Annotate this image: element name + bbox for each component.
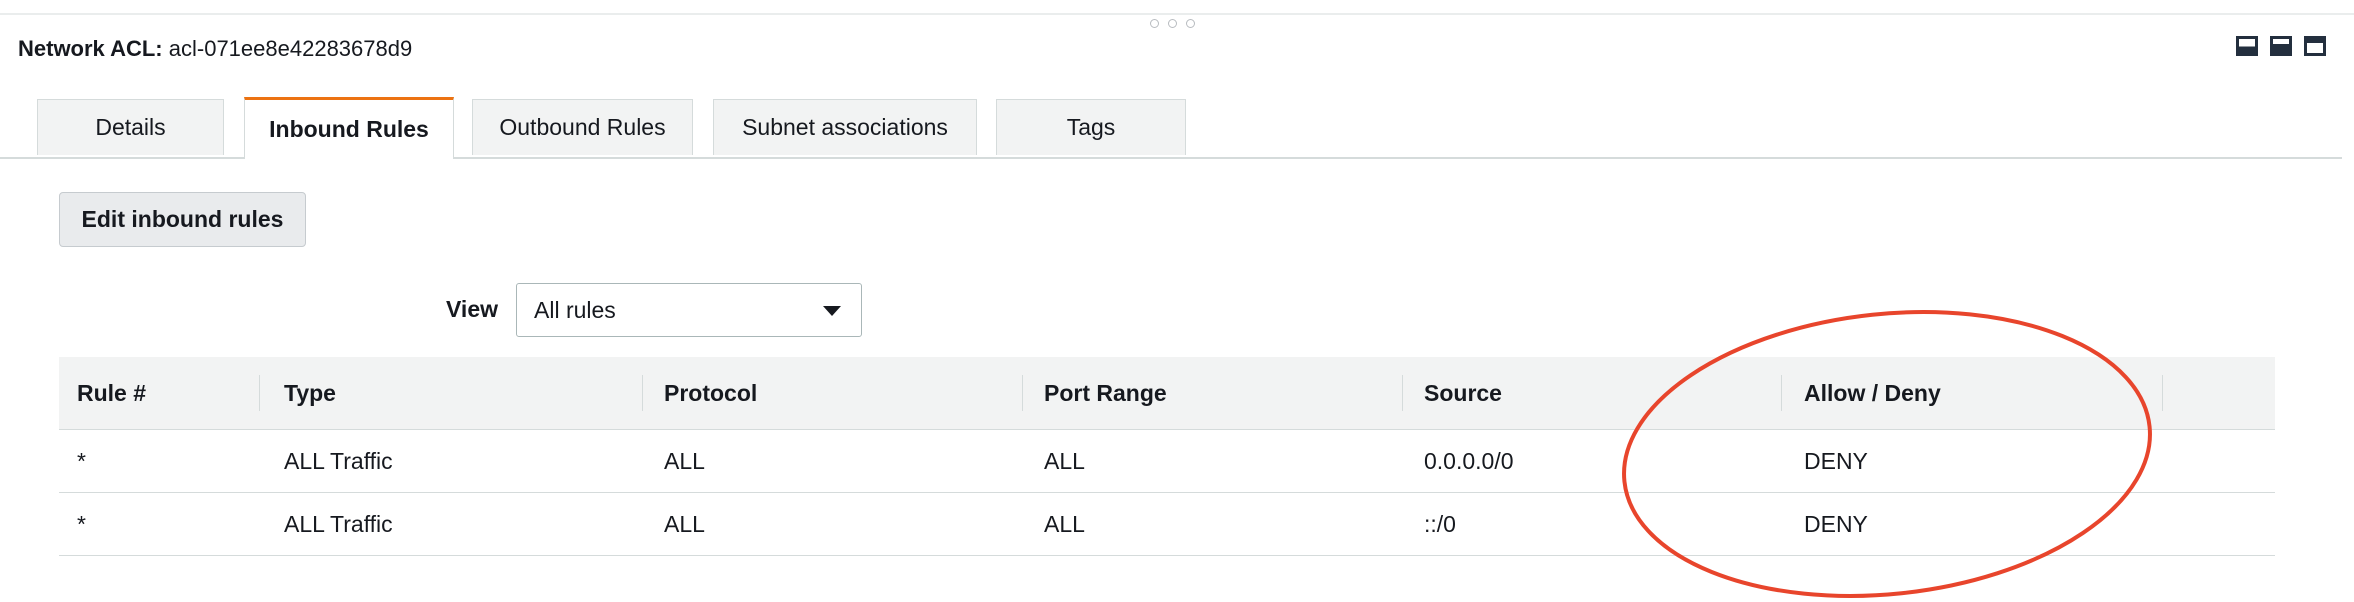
column-divider: [1402, 375, 1403, 411]
table-row: * ALL Traffic ALL ALL ::/0 DENY: [59, 493, 2275, 556]
cell-port-range: ALL: [1044, 510, 1085, 537]
column-header-type[interactable]: Type: [284, 357, 336, 429]
handle-dot: [1186, 19, 1195, 28]
caret-down-icon: [823, 306, 841, 316]
panel-top-divider: [0, 13, 2354, 15]
cell-protocol: ALL: [664, 510, 705, 537]
cell-type: ALL Traffic: [284, 510, 393, 537]
column-header-rule-number[interactable]: Rule #: [77, 357, 146, 429]
column-divider: [1022, 375, 1023, 411]
column-divider: [1781, 375, 1782, 411]
cell-rule-number: *: [77, 510, 86, 537]
table-row: * ALL Traffic ALL ALL 0.0.0.0/0 DENY: [59, 430, 2275, 493]
cell-type: ALL Traffic: [284, 447, 393, 474]
view-label: View: [446, 296, 498, 322]
cell-port-range: ALL: [1044, 447, 1085, 474]
view-filter-select[interactable]: All rules: [516, 283, 862, 337]
panel-resize-handle[interactable]: [1150, 19, 1195, 28]
tab-tags[interactable]: Tags: [996, 99, 1186, 155]
column-header-port-range[interactable]: Port Range: [1044, 357, 1167, 429]
cell-allow-deny: DENY: [1804, 510, 1868, 537]
handle-dot: [1168, 19, 1177, 28]
layout-top-icon[interactable]: [2304, 36, 2326, 56]
edit-inbound-rules-button[interactable]: Edit inbound rules: [59, 192, 306, 247]
tab-subnet-associations[interactable]: Subnet associations: [713, 99, 977, 155]
view-selected-value: All rules: [534, 296, 616, 323]
cell-source: ::/0: [1424, 510, 1456, 537]
panel-layout-controls: [2236, 36, 2326, 56]
tab-outbound-rules[interactable]: Outbound Rules: [472, 99, 693, 155]
cell-rule-number: *: [77, 447, 86, 474]
handle-dot: [1150, 19, 1159, 28]
detail-tabs: Details Inbound Rules Outbound Rules Sub…: [0, 97, 2342, 159]
network-acl-id: acl-071ee8e42283678d9: [168, 36, 413, 61]
table-header: Rule # Type Protocol Port Range Source A…: [59, 357, 2275, 430]
network-acl-label: Network ACL:: [18, 36, 163, 61]
column-header-allow-deny[interactable]: Allow / Deny: [1804, 357, 1941, 429]
column-header-protocol[interactable]: Protocol: [664, 357, 757, 429]
column-divider: [642, 375, 643, 411]
column-divider: [2162, 375, 2163, 411]
layout-split-icon[interactable]: [2270, 36, 2292, 56]
tab-details[interactable]: Details: [37, 99, 224, 155]
inbound-rules-table: Rule # Type Protocol Port Range Source A…: [59, 357, 2275, 556]
column-header-source[interactable]: Source: [1424, 357, 1502, 429]
cell-source: 0.0.0.0/0: [1424, 447, 1514, 474]
tab-inbound-rules[interactable]: Inbound Rules: [244, 97, 454, 159]
cell-allow-deny: DENY: [1804, 447, 1868, 474]
column-divider: [259, 375, 260, 411]
network-acl-title: Network ACL: acl-071ee8e42283678d9: [18, 35, 412, 63]
cell-protocol: ALL: [664, 447, 705, 474]
layout-bottom-large-icon[interactable]: [2236, 36, 2258, 56]
